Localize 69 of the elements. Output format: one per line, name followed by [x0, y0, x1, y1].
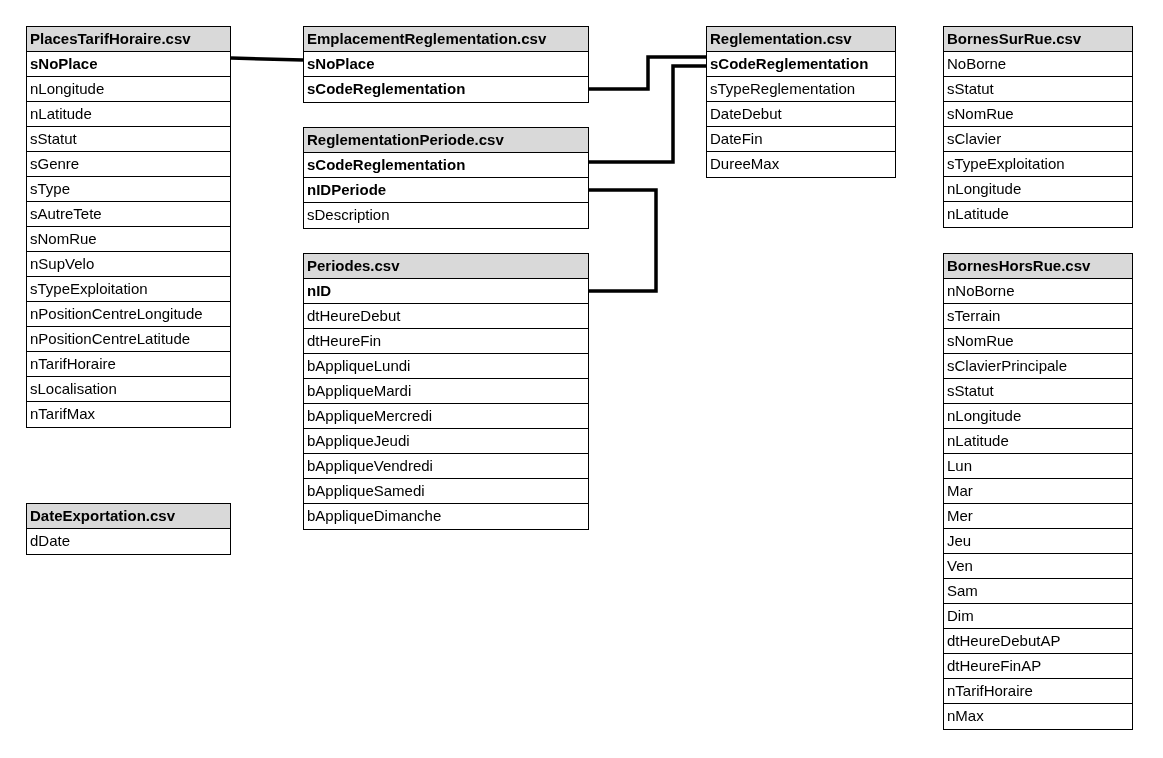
- field-row: sClavier: [944, 127, 1132, 152]
- table-header: Reglementation.csv: [707, 27, 895, 52]
- table-header: ReglementationPeriode.csv: [304, 128, 588, 153]
- field-row: sLocalisation: [27, 377, 230, 402]
- field-row: bAppliqueJeudi: [304, 429, 588, 454]
- field-row: nLongitude: [944, 177, 1132, 202]
- field-row: sClavierPrincipale: [944, 354, 1132, 379]
- field-row-text: sCodeReglementation: [306, 79, 467, 100]
- table-header: Periodes.csv: [304, 254, 588, 279]
- field-row: sTypeExploitation: [944, 152, 1132, 177]
- field-row: nPositionCentreLongitude: [27, 302, 230, 327]
- field-row: sNomRue: [944, 102, 1132, 127]
- field-row: nTarifHoraire: [27, 352, 230, 377]
- field-row: Mar: [944, 479, 1132, 504]
- field-row: bAppliqueSamedi: [304, 479, 588, 504]
- field-row: sNoPlace: [304, 52, 588, 77]
- table-header: EmplacementReglementation.csv: [304, 27, 588, 52]
- field-row: dtHeureFinAP: [944, 654, 1132, 679]
- field-row: bAppliqueMardi: [304, 379, 588, 404]
- field-row: Lun: [944, 454, 1132, 479]
- field-row: sNoPlace: [27, 52, 230, 77]
- field-row: nLongitude: [27, 77, 230, 102]
- field-row: sStatut: [944, 77, 1132, 102]
- field-row-text: nLatitude: [946, 204, 1010, 225]
- field-row: dtHeureFin: [304, 329, 588, 354]
- field-row: nLatitude: [27, 102, 230, 127]
- field-row-text: sDescription: [306, 205, 391, 226]
- field-row: nNoBorne: [944, 279, 1132, 304]
- field-row: bAppliqueMercredi: [304, 404, 588, 429]
- field-row: nIDPeriode: [304, 178, 588, 203]
- field-row: Dim: [944, 604, 1132, 629]
- field-row-text: bAppliqueDimanche: [306, 506, 443, 527]
- field-row: Ven: [944, 554, 1132, 579]
- field-row: sTypeExploitation: [27, 277, 230, 302]
- field-row: nLatitude: [944, 429, 1132, 454]
- field-row: sStatut: [944, 379, 1132, 404]
- field-row: sStatut: [27, 127, 230, 152]
- table-header: BornesHorsRue.csv: [944, 254, 1132, 279]
- field-row: sType: [27, 177, 230, 202]
- field-row: Jeu: [944, 529, 1132, 554]
- field-row-text: nMax: [946, 706, 985, 727]
- field-row: DateDebut: [707, 102, 895, 127]
- field-row: dtHeureDebut: [304, 304, 588, 329]
- field-row: sTypeReglementation: [707, 77, 895, 102]
- field-row: sCodeReglementation: [304, 153, 588, 178]
- field-row: Sam: [944, 579, 1132, 604]
- field-row: bAppliqueVendredi: [304, 454, 588, 479]
- field-row: sTerrain: [944, 304, 1132, 329]
- field-row: sAutreTete: [27, 202, 230, 227]
- field-row: Mer: [944, 504, 1132, 529]
- field-row: sCodeReglementation: [707, 52, 895, 77]
- field-row: NoBorne: [944, 52, 1132, 77]
- field-row: nLongitude: [944, 404, 1132, 429]
- field-row-text: dDate: [29, 531, 72, 552]
- field-row: sNomRue: [944, 329, 1132, 354]
- table-header: PlacesTarifHoraire.csv: [27, 27, 230, 52]
- field-row: DateFin: [707, 127, 895, 152]
- field-row: nSupVelo: [27, 252, 230, 277]
- field-row-text: nTarifMax: [29, 404, 97, 425]
- field-row: nTarifHoraire: [944, 679, 1132, 704]
- table-header: BornesSurRue.csv: [944, 27, 1132, 52]
- field-row: sGenre: [27, 152, 230, 177]
- field-row: bAppliqueLundi: [304, 354, 588, 379]
- field-row-text: DureeMax: [709, 154, 781, 175]
- field-row: dtHeureDebutAP: [944, 629, 1132, 654]
- field-row: sNomRue: [27, 227, 230, 252]
- field-row: nID: [304, 279, 588, 304]
- field-row: nPositionCentreLatitude: [27, 327, 230, 352]
- table-header: DateExportation.csv: [27, 504, 230, 529]
